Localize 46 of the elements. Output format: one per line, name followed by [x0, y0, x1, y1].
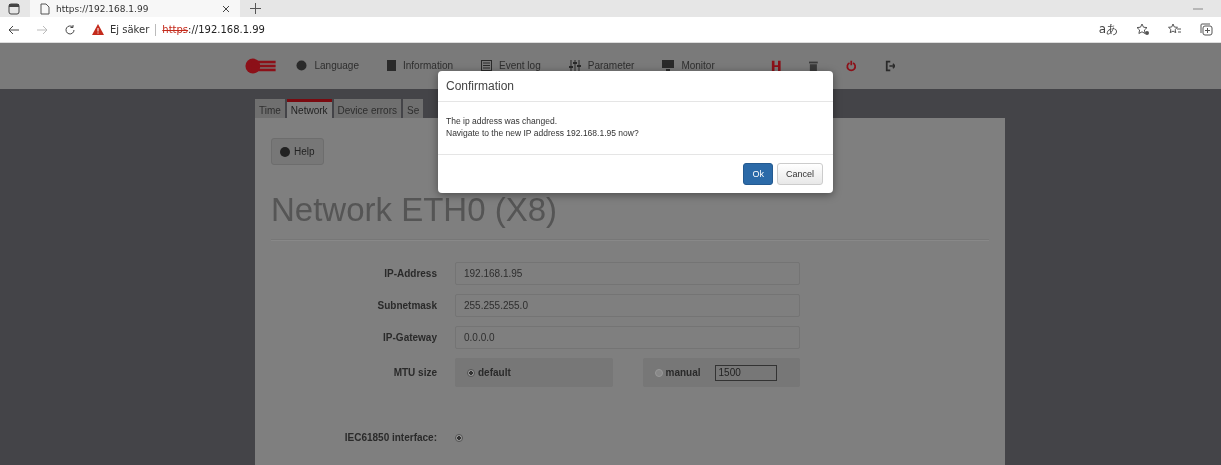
radio-option[interactable]: manual	[654, 367, 701, 378]
warning-icon	[92, 24, 104, 35]
collections-icon[interactable]	[1200, 23, 1213, 36]
logout-icon[interactable]	[884, 60, 895, 72]
input-field[interactable]: 192.168.1.95	[455, 262, 800, 285]
page-tab[interactable]: Time	[255, 99, 285, 118]
add-favorite-icon[interactable]	[1136, 23, 1150, 36]
field-label: Subnetmask	[376, 300, 437, 311]
nav-link[interactable]: Event log	[481, 59, 541, 71]
nav-link[interactable]: Monitor	[662, 59, 715, 71]
book-icon	[387, 59, 396, 71]
field-label: IEC61850 interface:	[343, 432, 437, 443]
monitor-icon	[662, 59, 675, 71]
read-aloud-icon[interactable]: aあ	[1098, 21, 1118, 38]
favorites-icon[interactable]	[1168, 23, 1182, 36]
trash-icon[interactable]	[809, 60, 818, 72]
field-label: MTU size	[392, 367, 437, 378]
radio-option[interactable]: default	[467, 367, 511, 378]
page-icon	[40, 2, 50, 15]
close-icon[interactable]	[222, 4, 230, 13]
field-label: IP-Address	[383, 268, 437, 279]
input-field[interactable]: 1500	[714, 364, 777, 381]
back-icon[interactable]	[8, 24, 20, 35]
refresh-icon[interactable]	[64, 23, 76, 36]
page-tab[interactable]: Network	[286, 99, 332, 118]
nav-link[interactable]: Information	[387, 59, 453, 71]
sliders-icon	[568, 59, 581, 71]
cancel-button[interactable]: Cancel	[777, 162, 823, 185]
address-bar[interactable]: Ej säker https://192.168.1.99	[92, 19, 1083, 40]
radio-button[interactable]	[455, 433, 463, 442]
input-field[interactable]: 255.255.255.0	[455, 294, 800, 317]
dialog-message: The ip address was changed.	[446, 116, 559, 128]
nav-link[interactable]: Parameter	[568, 59, 635, 71]
ok-button[interactable]: Ok	[743, 162, 773, 185]
help-button[interactable]: Help	[271, 138, 324, 165]
new-tab-icon[interactable]	[250, 3, 261, 14]
page-tab[interactable]: Se	[403, 99, 424, 118]
nav-link[interactable]: Language	[296, 59, 359, 71]
field-label: IP-Gateway	[382, 332, 437, 343]
list-icon	[481, 59, 492, 71]
dialog-message: Navigate to the new IP address 192.168.1.95 now?	[446, 127, 640, 140]
tab-actions-icon[interactable]	[8, 2, 20, 15]
dialog-title: Confirmation	[438, 71, 833, 102]
browser-tab[interactable]: https://192.168.1.99	[30, 0, 240, 17]
input-field[interactable]: 0.0.0.0	[455, 326, 800, 349]
page-tab[interactable]: Device errors	[333, 99, 401, 118]
